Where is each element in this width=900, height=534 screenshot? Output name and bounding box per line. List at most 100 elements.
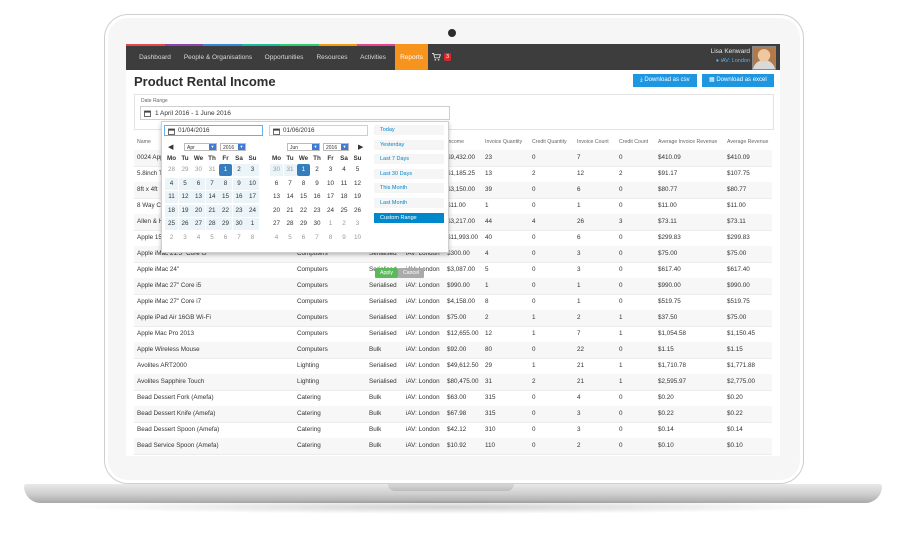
nav-resources[interactable]: Resources (312, 44, 352, 70)
column-header[interactable]: Credit Quantity (532, 139, 567, 145)
calendar-day[interactable]: 6 (270, 178, 283, 190)
table-row[interactable]: Apple iPad Air 16GB Wi-Fi Computers Serial… (134, 310, 772, 327)
nav-reports[interactable]: Reports (395, 44, 428, 70)
calendar-day[interactable]: 27 (192, 218, 205, 230)
table-row[interactable]: Bead Dessert Knife (Amefa) Catering Bulk iA… (134, 406, 772, 423)
calendar-day[interactable]: 3 (179, 232, 192, 244)
calendar-day[interactable]: 5 (206, 232, 219, 244)
calendar-day[interactable]: 5 (351, 164, 364, 176)
calendar-day[interactable]: 2 (338, 218, 351, 230)
calendar-day[interactable]: 29 (297, 218, 310, 230)
calendar-day[interactable]: 17 (246, 191, 259, 203)
calendar-day[interactable]: 29 (179, 164, 192, 176)
table-row[interactable]: Apple iMac 27" Core i7 Computers Serialise… (134, 294, 772, 311)
calendar-day[interactable]: 15 (297, 191, 310, 203)
calendar-day[interactable]: 7 (233, 232, 246, 244)
calendar-day[interactable]: 4 (192, 232, 205, 244)
calendar-day[interactable]: 7 (284, 178, 297, 190)
calendar-day[interactable]: 13 (270, 191, 283, 203)
next-month-arrow-icon[interactable]: ▶ (358, 143, 363, 151)
column-header[interactable]: Credit Count (619, 139, 648, 145)
column-header[interactable]: Name (137, 139, 151, 145)
column-header[interactable]: Average Revenue (727, 139, 768, 145)
calendar-day[interactable]: 30 (192, 164, 205, 176)
calendar-day[interactable]: 9 (232, 177, 246, 190)
column-header[interactable]: Income (447, 139, 464, 145)
range-option[interactable]: Last 30 Days (374, 168, 444, 179)
calendar-day[interactable]: 12 (351, 178, 364, 190)
range-option[interactable]: Last 7 Days (374, 154, 444, 165)
calendar-day[interactable]: 9 (338, 232, 351, 244)
calendar-day[interactable]: 25 (165, 218, 178, 230)
calendar-day[interactable]: 21 (284, 205, 297, 217)
calendar-day[interactable]: 4 (165, 177, 178, 190)
calendar-day[interactable]: 31 (206, 164, 219, 176)
calendar-day[interactable]: 11 (338, 178, 351, 190)
table-row[interactable]: Apple iMac 24"ComputersSerialisediAV: Lo… (134, 262, 772, 279)
column-header[interactable]: Invoice Quantity (485, 139, 522, 145)
calendar-day[interactable]: 4 (270, 232, 283, 244)
calendar-day[interactable]: 29 (219, 218, 232, 230)
range-option[interactable]: Today (374, 125, 444, 135)
calendar-day[interactable]: 28 (165, 164, 178, 176)
apply-button[interactable]: Apply (375, 268, 398, 278)
calendar-day[interactable]: 5 (284, 232, 297, 244)
calendar-day[interactable]: 15 (219, 191, 232, 203)
calendar-day[interactable]: 27 (270, 218, 283, 230)
calendar-day[interactable]: 11 (165, 191, 178, 203)
calendar-day[interactable]: 26 (351, 205, 364, 217)
range-option[interactable]: Last Month (374, 198, 444, 208)
calendar-day[interactable]: 12 (178, 191, 192, 203)
calendar-day[interactable]: 22 (219, 204, 232, 217)
download-excel-button[interactable]: ▦ Download as excel (702, 74, 774, 87)
calendar-day[interactable]: 23 (311, 205, 324, 217)
calendar-day[interactable]: 14 (284, 191, 297, 203)
calendar-day[interactable]: 16 (311, 191, 324, 203)
table-row[interactable]: Apple iMac 27" Core i5 Computers Serialise… (134, 278, 772, 295)
calendar-day[interactable]: 18 (165, 204, 178, 217)
left-month-select[interactable]: Apr ▼ (184, 143, 217, 151)
calendar-day[interactable]: 28 (205, 218, 219, 230)
right-year-select[interactable]: 2016 ▼ (323, 143, 349, 151)
calendar-day[interactable]: 5 (178, 177, 192, 190)
calendar-day[interactable]: 22 (297, 205, 310, 217)
column-header[interactable]: Invoice Count (577, 139, 609, 145)
calendar-day[interactable]: 2 (311, 164, 324, 176)
calendar-day[interactable]: 10 (246, 177, 259, 190)
calendar-day[interactable]: 25 (338, 205, 351, 217)
table-row[interactable]: Bead Dessert Spoon (Amefa) Catering Bulk iA… (134, 422, 772, 439)
cart-button[interactable]: 3 (432, 52, 452, 62)
range-option[interactable]: This Month (374, 183, 444, 194)
nav-people-organisations[interactable]: People & Organisations (180, 44, 256, 70)
range-option[interactable]: Yesterday (374, 139, 444, 150)
range-option[interactable]: Custom Range (374, 212, 444, 223)
calendar-day[interactable]: 1 (324, 218, 337, 230)
user-name[interactable]: Lisa Kenward (711, 48, 750, 55)
cancel-button[interactable]: Cancel (398, 268, 425, 278)
calendar-day[interactable]: 6 (219, 232, 232, 244)
download-csv-button[interactable]: ⤓ Download as csv (633, 74, 697, 87)
calendar-day[interactable]: 6 (297, 232, 310, 244)
calendar-day[interactable]: 18 (338, 191, 351, 203)
calendar-day[interactable]: 30 (270, 164, 283, 176)
calendar-day[interactable]: 7 (205, 177, 219, 190)
calendar-day[interactable]: 6 (192, 177, 205, 190)
calendar-day[interactable]: 14 (205, 191, 219, 203)
calendar-day[interactable]: 26 (178, 218, 192, 230)
nav-activities[interactable]: Activities (354, 44, 392, 70)
table-row[interactable]: Avolites ART2000 Lighting Serialised iAV: L… (134, 358, 772, 375)
table-row[interactable]: Apple Mac Pro 2013 Computers Serialised iAV… (134, 326, 772, 343)
calendar-day[interactable]: 2 (165, 232, 178, 244)
date-range-input[interactable]: 1 April 2016 - 1 June 2016 (140, 106, 450, 120)
table-row[interactable]: Bead Dessert Fork (Amefa) Catering Bulk iAV… (134, 390, 772, 407)
start-date-input[interactable]: 01/04/2016 (164, 125, 263, 136)
calendar-day[interactable]: 24 (246, 204, 259, 217)
nav-opportunities[interactable]: Opportunities (258, 44, 310, 70)
calendar-day[interactable]: 1 (297, 164, 310, 176)
calendar-day[interactable]: 23 (232, 204, 246, 217)
calendar-day[interactable]: 16 (232, 191, 246, 203)
calendar-day[interactable]: 19 (178, 204, 192, 217)
right-month-select[interactable]: Jun ▼ (287, 143, 320, 151)
calendar-day[interactable]: 10 (324, 178, 337, 190)
calendar-day[interactable]: 28 (284, 218, 297, 230)
